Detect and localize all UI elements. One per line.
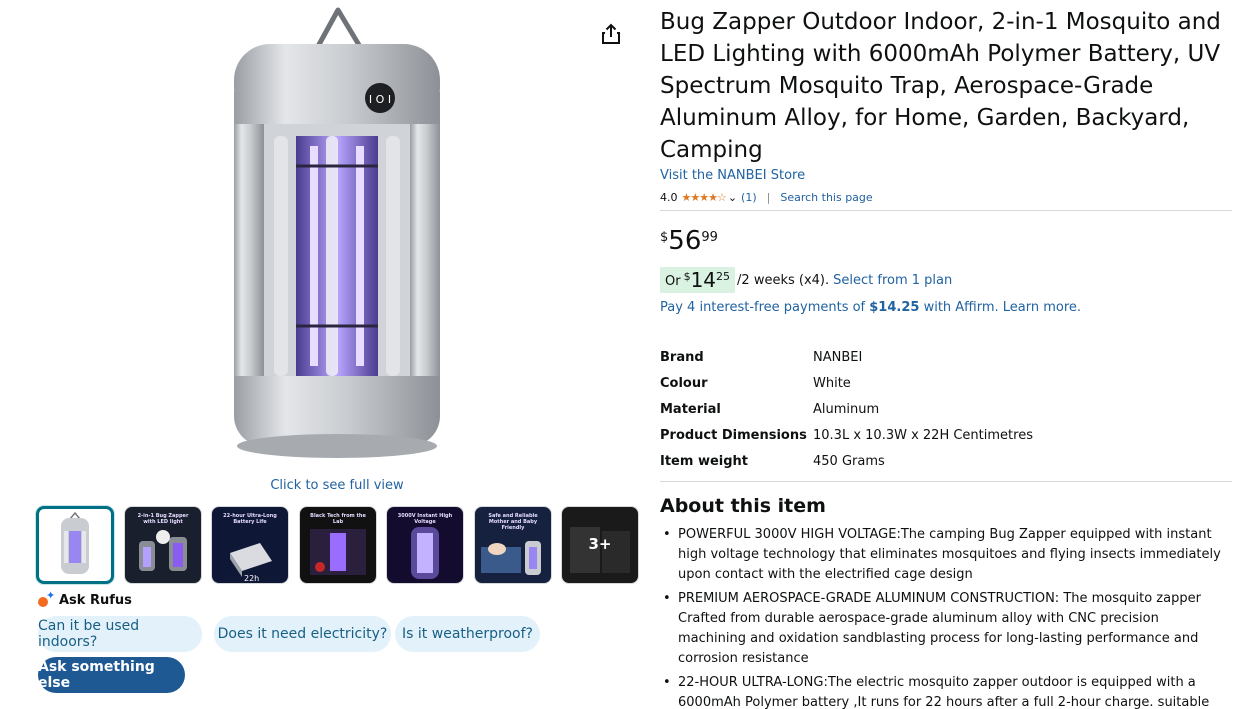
ask-rufus-label: Ask Rufus [59, 592, 132, 608]
rating-row: 4.0 ★★★★☆ ⌄ (1) | Search this page [660, 191, 873, 204]
spec-value: Aluminum [813, 402, 880, 417]
installment-offer: Or $ 14 25 /2 weeks (x4). Select from 1 … [660, 267, 952, 293]
rufus-question-indoors[interactable]: Can it be used indoors? [38, 616, 202, 652]
spec-key: Material [660, 402, 721, 417]
spec-row: Colour White [660, 376, 1033, 402]
divider [660, 481, 1232, 482]
spec-value: NANBEI [813, 350, 863, 365]
ask-rufus-heading: ✦ Ask Rufus [38, 589, 132, 608]
thumbnail-6[interactable]: Safe and Reliable Mother and Baby Friend… [474, 506, 552, 584]
rating-value: 4.0 [660, 191, 678, 204]
thumbnail-4[interactable]: Black Tech from the Lab [299, 506, 377, 584]
product-title: Bug Zapper Outdoor Indoor, 2-in-1 Mosqui… [660, 9, 1221, 163]
rufus-question-weatherproof[interactable]: Is it weatherproof? [395, 616, 540, 652]
installment-period: /2 weeks (x4). [737, 272, 830, 288]
affirm-learn-more[interactable]: with Affirm. Learn more. [919, 300, 1082, 315]
svg-text:22h: 22h [244, 574, 259, 583]
store-link[interactable]: Visit the NANBEI Store [660, 168, 805, 183]
price-whole: 56 [668, 226, 702, 256]
list-item: PREMIUM AEROSPACE-GRADE ALUMINUM CONSTRU… [660, 589, 1224, 669]
about-heading: About this item [660, 495, 826, 517]
spec-row: Brand NANBEI [660, 350, 1033, 376]
spec-row: Product Dimensions 10.3L x 10.3W x 22H C… [660, 428, 1033, 454]
thumbnail-more[interactable]: 3+ [561, 506, 639, 584]
price-symbol: $ [660, 230, 669, 245]
spec-key: Product Dimensions [660, 428, 807, 443]
svg-text:I O I: I O I [369, 93, 391, 106]
price: $ 56 99 [660, 226, 718, 256]
affirm-amount: $14.25 [869, 300, 920, 315]
full-view-link[interactable]: Click to see full view [226, 478, 448, 493]
rating-separator: | [766, 191, 771, 204]
thumbnail-5[interactable]: 3000V Instant High Voltage [386, 506, 464, 584]
installment-whole: 14 [690, 268, 717, 292]
rufus-question-electricity[interactable]: Does it need electricity? [214, 616, 391, 652]
thumbnail-1[interactable] [36, 506, 114, 584]
ask-something-else-button[interactable]: Ask something else [38, 657, 185, 693]
select-plan-link[interactable]: Select from 1 plan [833, 273, 952, 288]
installment-prefix: Or [665, 274, 681, 289]
spec-row: Item weight 450 Grams [660, 454, 1033, 480]
chevron-down-icon[interactable]: ⌄ [728, 191, 737, 204]
affirm-text: Pay 4 interest-free payments of [660, 300, 870, 315]
list-item: 22-HOUR ULTRA-LONG:The electric mosquito… [660, 673, 1224, 709]
installment-highlight: Or $ 14 25 [660, 267, 736, 293]
spec-key: Colour [660, 376, 708, 391]
search-page-link[interactable]: Search this page [780, 191, 872, 204]
thumbnail-2[interactable]: 2-in-1 Bug Zapper with LED light [124, 506, 202, 584]
about-bullets: POWERFUL 3000V HIGH VOLTAGE:The camping … [660, 525, 1224, 709]
divider [660, 210, 1232, 211]
spec-value: 10.3L x 10.3W x 22H Centimetres [813, 428, 1033, 443]
main-product-image[interactable]: I O I [226, 6, 448, 468]
thumbnail-strip: 2-in-1 Bug Zapper with LED light 22-hour… [36, 506, 642, 584]
spec-value: 450 Grams [813, 454, 885, 469]
spec-row: Material Aluminum [660, 402, 1033, 428]
thumbnail-3[interactable]: 22-hour Ultra-Long Battery Life 22h [211, 506, 289, 584]
spec-value: White [813, 376, 851, 391]
share-icon[interactable] [600, 22, 622, 46]
affirm-offer-link[interactable]: Pay 4 interest-free payments of $14.25 w… [660, 300, 1081, 315]
installment-symbol: $ [683, 270, 691, 283]
rating-stars[interactable]: ★★★★☆ [682, 191, 727, 204]
spec-key: Brand [660, 350, 704, 365]
rating-count-link[interactable]: (1) [741, 191, 757, 204]
more-images-count: 3+ [588, 535, 612, 553]
spec-table: Brand NANBEI Colour White Material Alumi… [660, 350, 1033, 480]
installment-fraction: 25 [716, 270, 731, 283]
spec-key: Item weight [660, 454, 748, 469]
rufus-icon: ✦ [38, 589, 55, 608]
list-item: POWERFUL 3000V HIGH VOLTAGE:The camping … [660, 525, 1224, 585]
price-fraction: 99 [701, 230, 718, 245]
